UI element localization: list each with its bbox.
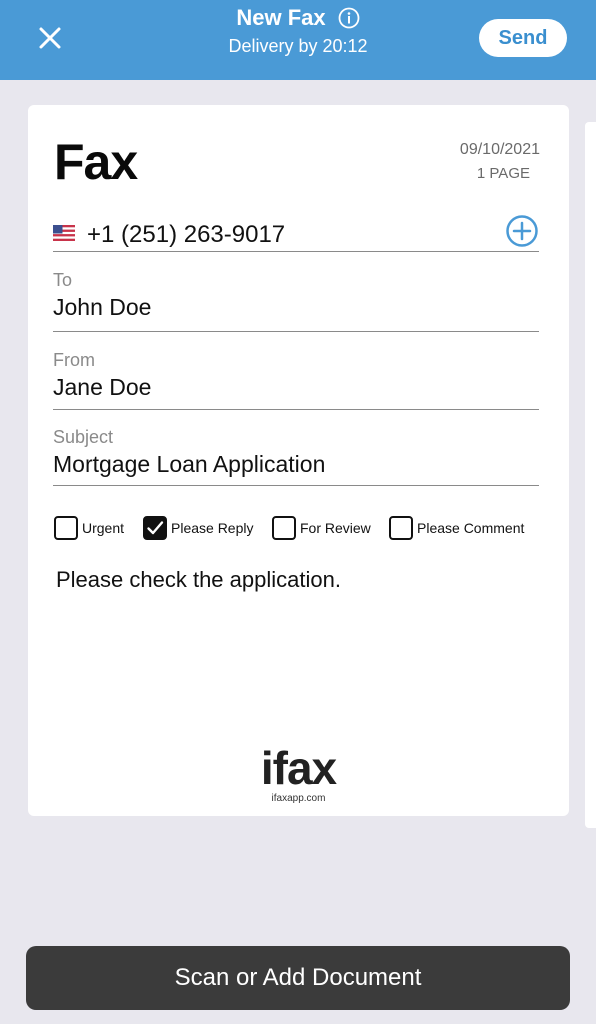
ifax-logo: ifax ifaxapp.com: [28, 745, 569, 804]
cover-message[interactable]: Please check the application.: [56, 567, 341, 593]
please-comment-checkbox-box[interactable]: [389, 516, 413, 540]
urgent-label: Urgent: [82, 520, 125, 536]
recipient-number-field[interactable]: +1 (251) 263-9017: [53, 210, 539, 252]
page-count: 1 PAGE: [476, 165, 530, 182]
subject-field[interactable]: Subject Mortgage Loan Application: [53, 427, 539, 486]
for-review-checkbox[interactable]: For Review: [272, 516, 371, 540]
add-recipient-icon[interactable]: [505, 214, 539, 248]
fax-number-value[interactable]: +1 (251) 263-9017: [87, 221, 285, 249]
info-icon[interactable]: [338, 7, 360, 29]
subject-label: Subject: [53, 427, 114, 447]
please-reply-checkbox-box[interactable]: [143, 516, 167, 540]
to-label: To: [53, 270, 73, 290]
from-label: From: [53, 350, 95, 370]
from-field[interactable]: From Jane Doe: [53, 350, 539, 410]
cover-options: Urgent Please Reply For Review Please Co…: [54, 516, 544, 542]
top-bar: New Fax Delivery by 20:12 Send: [0, 0, 596, 80]
fax-date: 09/10/2021: [459, 141, 540, 158]
please-reply-checkbox[interactable]: Please Reply: [143, 516, 254, 540]
us-flag-icon[interactable]: [53, 225, 75, 241]
please-reply-label: Please Reply: [171, 520, 254, 536]
logo-url: ifaxapp.com: [271, 793, 326, 804]
to-value[interactable]: John Doe: [53, 294, 539, 321]
logo-wordmark: ifax: [260, 742, 337, 794]
urgent-checkbox-box[interactable]: [54, 516, 78, 540]
checkmark-icon: [147, 521, 164, 535]
for-review-label: For Review: [300, 520, 371, 536]
from-value[interactable]: Jane Doe: [53, 374, 539, 401]
fax-cover-sheet: Fax 09/10/2021 1 PAGE +1 (251) 263-9017 …: [28, 105, 569, 816]
subject-value[interactable]: Mortgage Loan Application: [53, 451, 539, 478]
to-field[interactable]: To John Doe: [53, 270, 539, 332]
page-title: New Fax: [236, 5, 326, 30]
please-comment-checkbox[interactable]: Please Comment: [389, 516, 524, 540]
for-review-checkbox-box[interactable]: [272, 516, 296, 540]
cover-heading: Fax: [54, 134, 138, 190]
please-comment-label: Please Comment: [417, 520, 525, 536]
urgent-checkbox[interactable]: Urgent: [54, 516, 124, 540]
next-page-card-edge: [585, 122, 596, 828]
scan-add-document-button[interactable]: Scan or Add Document: [26, 946, 570, 1010]
send-button[interactable]: Send: [479, 19, 567, 57]
